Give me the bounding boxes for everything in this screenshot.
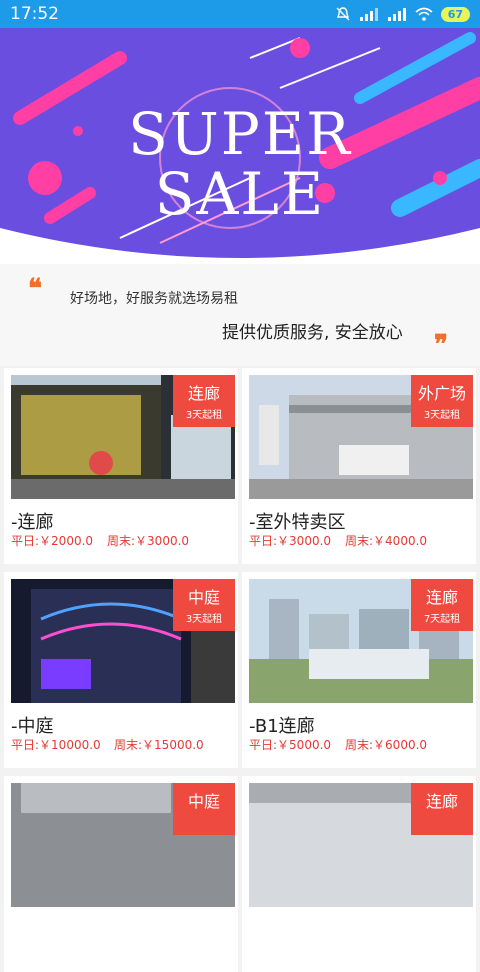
slogan-right-text: 提供优质服务, 安全放心 [222,323,403,343]
min-rent-label: 3天起租 [185,410,223,421]
signal-icon-2 [387,8,406,21]
venue-name: -B1连廊 [249,716,315,737]
min-rent-label: 3天起租 [423,410,461,421]
wifi-icon [415,7,433,21]
banner-title-line1: SUPER [128,100,352,168]
tag-label: 连廊 [187,384,220,403]
weekend-price: 周末:￥15000.0 [114,738,204,752]
banner-title-line2: SALE [154,160,326,228]
weekend-price: 周末:￥4000.0 [345,534,428,548]
tag-label: 中庭 [187,588,220,607]
tag-label: 中庭 [187,792,220,811]
weekday-price: 平日:￥2000.0 [11,534,94,548]
weekday-price: 平日:￥5000.0 [249,738,332,752]
close-quote-icon: ❞ [434,330,448,360]
venue-card[interactable]: 连廊 [242,776,476,972]
venue-card[interactable]: 外广场 3天起租 -室外特卖区 平日:￥3000.0 周末:￥4000.0 [242,368,476,564]
battery-indicator: 67 [440,6,470,22]
weekday-price: 平日:￥3000.0 [249,534,332,548]
slogan-left-text: 好场地，好服务就选场易租 [70,291,238,307]
venue-name: -室外特卖区 [249,512,346,533]
promo-banner[interactable]: SUPER SALE [0,28,480,264]
tag-label: 连廊 [425,588,458,607]
venue-name: -连廊 [11,512,54,533]
venue-card[interactable]: 中庭 3天起租 -中庭 平日:￥10000.0 周末:￥15000.0 [4,572,238,768]
min-rent-label: 7天起租 [423,614,461,625]
slogan-section: ❝ 好场地，好服务就选场易租 提供优质服务, 安全放心 ❞ [0,264,480,366]
venue-type-tag: 中庭 [173,783,235,835]
venue-name: -中庭 [11,716,54,737]
weekend-price: 周末:￥3000.0 [107,534,190,548]
venue-card[interactable]: 连廊 7天起租 -B1连廊 平日:￥5000.0 周末:￥6000.0 [242,572,476,768]
weekday-price: 平日:￥10000.0 [11,738,101,752]
status-bar: 17:52 67 [0,0,480,28]
venue-type-tag: 外广场 3天起租 [411,375,473,427]
venue-type-tag: 连廊 7天起租 [411,579,473,631]
signal-icon [359,8,378,21]
status-time: 17:52 [10,4,59,24]
venue-type-tag: 连廊 3天起租 [173,375,235,427]
status-icons: 67 [335,6,470,22]
weekend-price: 周末:￥6000.0 [345,738,428,752]
venue-card[interactable]: 连廊 3天起租 -连廊 平日:￥2000.0 周末:￥3000.0 [4,368,238,564]
venue-type-tag: 中庭 3天起租 [173,579,235,631]
tag-label: 外广场 [417,384,466,403]
open-quote-icon: ❝ [28,274,42,304]
tag-label: 连廊 [425,792,458,811]
venue-card[interactable]: 中庭 [4,776,238,972]
min-rent-label: 3天起租 [185,614,223,625]
venue-type-tag: 连廊 [411,783,473,835]
mute-icon [336,7,350,21]
